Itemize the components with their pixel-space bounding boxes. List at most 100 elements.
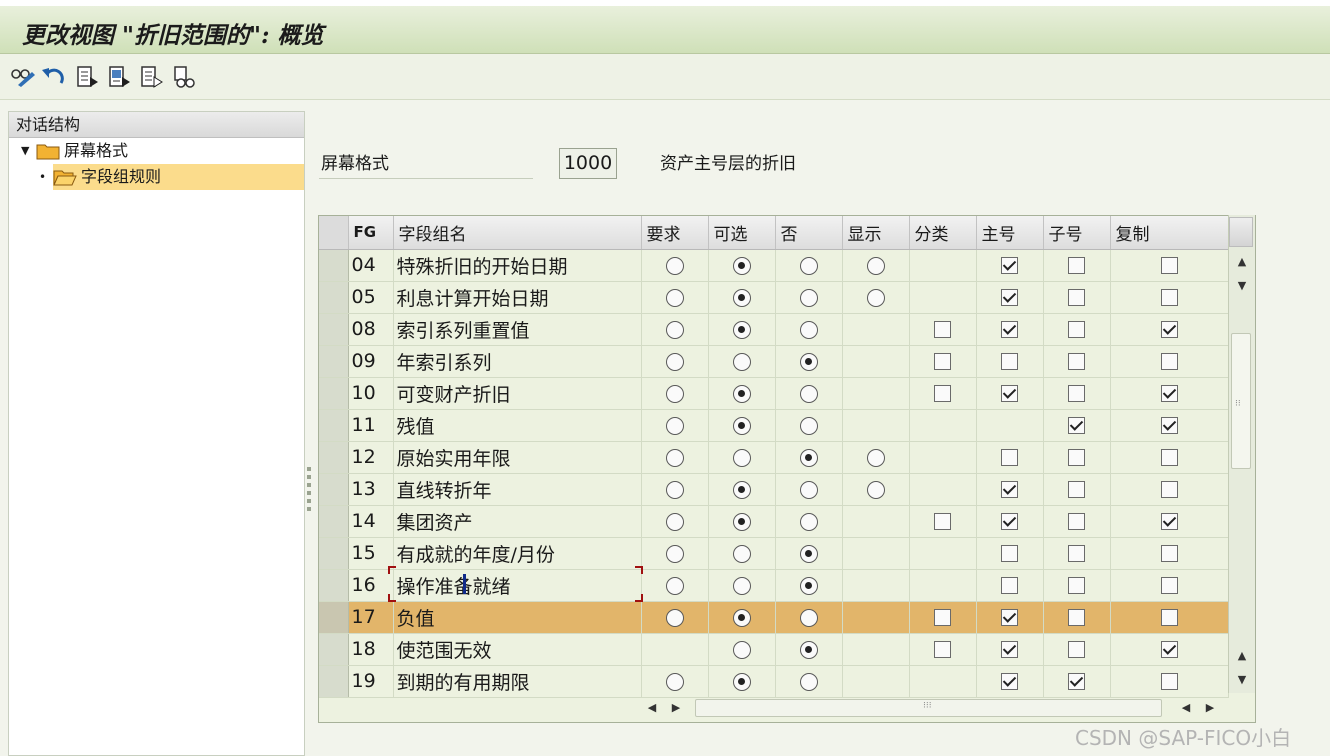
copy-checkbox[interactable]: [1160, 481, 1178, 498]
scroll-right-icon[interactable]: ▶: [668, 699, 684, 715]
optional-radio[interactable]: [732, 576, 751, 595]
no-radio[interactable]: [799, 640, 818, 659]
class-checkbox[interactable]: [934, 513, 951, 530]
required-radio[interactable]: [665, 384, 684, 403]
class-checkbox[interactable]: [934, 641, 951, 658]
sub-number-checkbox[interactable]: [1068, 289, 1085, 306]
display-radio[interactable]: [866, 480, 885, 499]
required-radio[interactable]: [665, 480, 684, 499]
scroll-left-icon[interactable]: ◀: [644, 699, 660, 715]
table-row[interactable]: 13 直线转折年: [319, 473, 1229, 506]
row-selector[interactable]: [319, 473, 349, 506]
sub-number-checkbox[interactable]: [1068, 673, 1085, 690]
class-checkbox[interactable]: [934, 353, 951, 370]
main-number-checkbox[interactable]: [1001, 353, 1018, 370]
table-row[interactable]: 11 残值: [319, 409, 1229, 442]
copy-checkbox[interactable]: [1160, 353, 1178, 370]
row-selector[interactable]: [319, 537, 349, 570]
copy-checkbox[interactable]: [1160, 609, 1178, 626]
optional-radio[interactable]: [732, 256, 751, 275]
select-all-rows-button[interactable]: [319, 216, 349, 250]
column-header-required[interactable]: 要求: [641, 216, 709, 250]
row-selector[interactable]: [319, 249, 349, 282]
sub-number-checkbox[interactable]: [1068, 481, 1085, 498]
row-selector[interactable]: [319, 601, 349, 634]
copy-checkbox[interactable]: [1160, 449, 1178, 466]
tree-node-field-group-rules[interactable]: 字段组规则: [53, 164, 304, 190]
optional-radio[interactable]: [732, 544, 751, 563]
required-radio[interactable]: [665, 672, 684, 691]
main-number-checkbox[interactable]: [1001, 641, 1018, 658]
sub-number-checkbox[interactable]: [1068, 385, 1085, 402]
no-radio[interactable]: [799, 384, 818, 403]
row-selector[interactable]: [319, 313, 349, 346]
main-number-checkbox[interactable]: [1001, 257, 1018, 274]
no-radio[interactable]: [799, 352, 818, 371]
row-selector[interactable]: [319, 633, 349, 666]
no-radio[interactable]: [799, 448, 818, 467]
required-radio[interactable]: [665, 320, 684, 339]
table-row[interactable]: 18 使范围无效: [319, 633, 1229, 666]
column-header-display[interactable]: 显示: [842, 216, 910, 250]
scroll-line-down-icon[interactable]: ▲: [1234, 647, 1250, 663]
optional-radio[interactable]: [732, 288, 751, 307]
table-row[interactable]: 08 索引系列重置值: [319, 313, 1229, 346]
table-row[interactable]: 12 原始实用年限: [319, 441, 1229, 474]
required-radio[interactable]: [665, 608, 684, 627]
main-number-checkbox[interactable]: [1001, 289, 1018, 306]
main-number-checkbox[interactable]: [1001, 545, 1018, 562]
row-selector[interactable]: [319, 345, 349, 378]
display-radio[interactable]: [866, 256, 885, 275]
vertical-scroll-thumb[interactable]: [1231, 333, 1251, 469]
row-selector[interactable]: [319, 281, 349, 314]
display-change-icon[interactable]: [10, 64, 36, 90]
scroll-left-end-icon[interactable]: ◀: [1178, 699, 1194, 715]
required-radio[interactable]: [665, 576, 684, 595]
copy-checkbox[interactable]: [1160, 641, 1178, 658]
no-radio[interactable]: [799, 672, 818, 691]
column-header-fg[interactable]: FG: [348, 216, 394, 250]
main-number-checkbox[interactable]: [1001, 321, 1018, 338]
select-block-icon[interactable]: [106, 64, 132, 90]
copy-checkbox[interactable]: [1160, 289, 1178, 306]
copy-checkbox[interactable]: [1160, 673, 1178, 690]
optional-radio[interactable]: [732, 512, 751, 531]
no-radio[interactable]: [799, 256, 818, 275]
sub-number-checkbox[interactable]: [1068, 449, 1085, 466]
column-header-sub-number[interactable]: 子号: [1043, 216, 1111, 250]
no-radio[interactable]: [799, 512, 818, 531]
no-radio[interactable]: [799, 480, 818, 499]
no-radio[interactable]: [799, 320, 818, 339]
column-settings-button[interactable]: [1229, 217, 1253, 247]
column-header-main-number[interactable]: 主号: [976, 216, 1044, 250]
required-radio[interactable]: [665, 512, 684, 531]
display-radio[interactable]: [866, 288, 885, 307]
copy-checkbox[interactable]: [1160, 257, 1178, 274]
column-header-class[interactable]: 分类: [909, 216, 977, 250]
copy-checkbox[interactable]: [1160, 321, 1178, 338]
table-row[interactable]: 09 年索引系列: [319, 345, 1229, 378]
table-row[interactable]: 17 负值: [319, 601, 1229, 634]
scroll-page-down-icon[interactable]: ▼: [1234, 671, 1250, 687]
copy-checkbox[interactable]: [1160, 513, 1178, 530]
table-row[interactable]: 14 集团资产: [319, 505, 1229, 538]
column-header-no[interactable]: 否: [775, 216, 843, 250]
table-row[interactable]: 15 有成就的年度/月份: [319, 537, 1229, 570]
table-row[interactable]: 10 可变财产折旧: [319, 377, 1229, 410]
sub-number-checkbox[interactable]: [1068, 513, 1085, 530]
table-row[interactable]: 04 特殊折旧的开始日期: [319, 249, 1229, 282]
class-checkbox[interactable]: [934, 385, 951, 402]
optional-radio[interactable]: [732, 640, 751, 659]
deselect-all-icon[interactable]: [138, 64, 164, 90]
required-radio[interactable]: [665, 448, 684, 467]
main-number-checkbox[interactable]: [1001, 449, 1018, 466]
main-number-checkbox[interactable]: [1001, 609, 1018, 626]
copy-checkbox[interactable]: [1160, 577, 1178, 594]
optional-radio[interactable]: [732, 672, 751, 691]
required-radio[interactable]: [665, 352, 684, 371]
no-radio[interactable]: [799, 288, 818, 307]
required-radio[interactable]: [665, 256, 684, 275]
expand-triangle-icon[interactable]: ▼: [21, 138, 29, 164]
sub-number-checkbox[interactable]: [1068, 609, 1085, 626]
optional-radio[interactable]: [732, 320, 751, 339]
